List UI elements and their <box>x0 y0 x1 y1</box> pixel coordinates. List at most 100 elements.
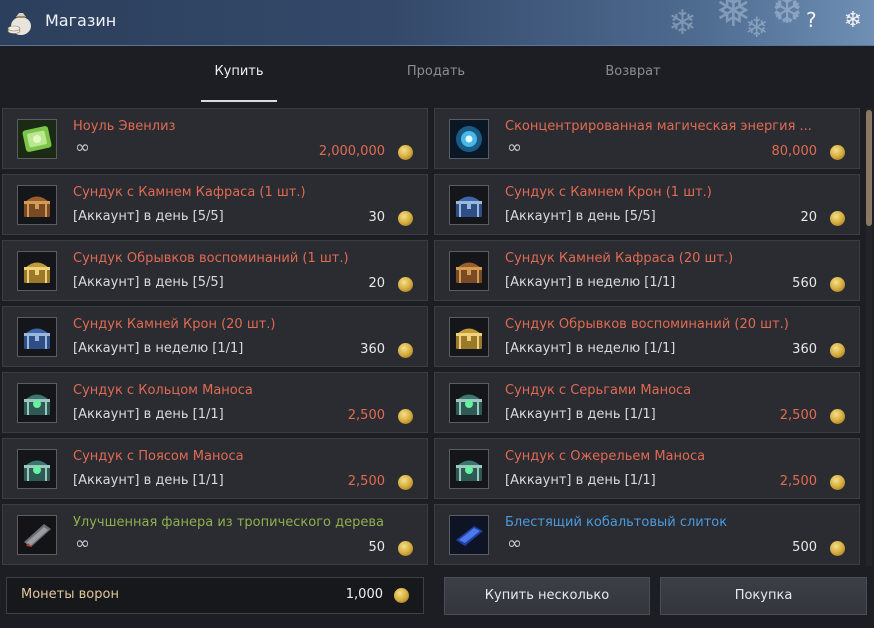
purchase-limit: [Аккаунт] в день [5/5] <box>73 275 224 290</box>
crow-coin-icon <box>398 541 413 556</box>
shop-item-card[interactable]: Сундук с Камнем Кафраса (1 шт.) [Аккаунт]… <box>2 174 428 235</box>
currency-display: Монеты ворон 1,000 <box>6 577 424 614</box>
item-name: Сундук Обрывков воспоминаний (1 шт.) <box>73 251 349 266</box>
purchase-limit: [Аккаунт] в неделю [1/1] <box>73 341 244 356</box>
active-tab-indicator <box>201 100 277 102</box>
blue-chest-icon <box>449 185 489 225</box>
item-name: Сундук с Серьгами Маноса <box>505 383 692 398</box>
shop-item-card[interactable]: Сундук Камней Кафраса (20 шт.) [Аккаунт] … <box>434 240 860 301</box>
infinite-limit: ∞ <box>75 137 90 158</box>
window-title: Магазин <box>45 11 117 30</box>
item-price: 500 <box>792 540 817 555</box>
item-price: 560 <box>792 276 817 291</box>
money-bag-icon <box>6 8 34 36</box>
purchase-limit: [Аккаунт] в день [1/1] <box>505 473 656 488</box>
item-price: 20 <box>800 210 817 225</box>
snowflake-decoration-icon: ❄ <box>668 3 697 43</box>
crow-coin-icon <box>394 588 409 603</box>
teal-chest-icon <box>449 383 489 423</box>
item-name: Сундук с Камнем Крон (1 шт.) <box>505 185 712 200</box>
snowflake-decoration-icon: ❄ <box>745 11 769 44</box>
crow-coin-icon <box>398 475 413 490</box>
tab-sell[interactable]: Продать <box>396 64 476 79</box>
scrollbar-thumb[interactable] <box>866 110 872 226</box>
purchase-limit: [Аккаунт] в день [5/5] <box>505 209 656 224</box>
crow-coin-icon <box>830 145 845 160</box>
item-name: Блестящий кобальтовый слиток <box>505 515 728 530</box>
brown-chest-icon <box>449 251 489 291</box>
infinite-limit: ∞ <box>507 533 522 554</box>
gold-chest-icon <box>449 317 489 357</box>
shop-item-card[interactable]: Сундук с Серьгами Маноса [Аккаунт] в день… <box>434 372 860 433</box>
purchase-button[interactable]: Покупка <box>660 577 867 615</box>
item-name: Сконцентрированная магическая энергия ..… <box>505 119 812 134</box>
item-price: 50 <box>368 540 385 555</box>
buy-multiple-button[interactable]: Купить несколько <box>444 577 650 615</box>
shop-item-card[interactable]: Сундук Камней Крон (20 шт.) [Аккаунт] в н… <box>2 306 428 367</box>
teal-chest-icon <box>17 383 57 423</box>
gold-chest-icon <box>17 251 57 291</box>
title-bar[interactable]: ❄ ❅ ❄ ❆ Магазин ? ❄ <box>0 0 874 46</box>
item-price: 2,500 <box>779 408 817 423</box>
crow-coin-icon <box>830 409 845 424</box>
crow-coin-icon <box>398 277 413 292</box>
item-name: Сундук Камней Кафраса (20 шт.) <box>505 251 734 266</box>
shop-item-card[interactable]: Сундук с Поясом Маноса [Аккаунт] в день [… <box>2 438 428 499</box>
item-name: Улучшенная фанера из тропического дерева <box>73 515 384 530</box>
shop-item-card[interactable]: Блестящий кобальтовый слиток ∞ 500 <box>434 504 860 565</box>
item-name: Сундук с Поясом Маноса <box>73 449 244 464</box>
blue-chest-icon <box>17 317 57 357</box>
crow-coin-icon <box>830 277 845 292</box>
teal-chest-icon <box>449 449 489 489</box>
cobalt-ingot-icon <box>449 515 489 555</box>
item-name: Сундук с Ожерельем Маноса <box>505 449 706 464</box>
item-list[interactable]: Ноуль Эвенлиз ∞ 2,000,000 Сконцентрированна… <box>2 108 864 566</box>
crow-coin-icon <box>398 343 413 358</box>
purchase-limit: [Аккаунт] в день [1/1] <box>73 473 224 488</box>
crow-coin-icon <box>830 211 845 226</box>
shop-window: ❄ ❅ ❄ ❆ Магазин ? ❄ Купить Продать Возвр… <box>0 0 874 628</box>
crow-coin-icon <box>830 541 845 556</box>
crow-coin-icon <box>398 211 413 226</box>
tab-buy[interactable]: Купить <box>201 64 277 79</box>
tab-bar: Купить Продать Возврат <box>0 46 874 106</box>
brown-chest-icon <box>17 185 57 225</box>
snowflake-close-icon[interactable]: ❄ <box>840 6 866 36</box>
item-name: Сундук с Камнем Кафраса (1 шт.) <box>73 185 306 200</box>
item-price: 2,500 <box>347 474 385 489</box>
currency-label: Монеты ворон <box>21 587 119 602</box>
shop-item-card[interactable]: Сундук Обрывков воспоминаний (1 шт.) [Акк… <box>2 240 428 301</box>
item-price: 20 <box>368 276 385 291</box>
item-name: Ноуль Эвенлиз <box>73 119 176 134</box>
shop-item-card[interactable]: Сконцентрированная магическая энергия ..… <box>434 108 860 169</box>
purchase-limit: [Аккаунт] в неделю [1/1] <box>505 275 676 290</box>
item-name: Сундук с Кольцом Маноса <box>73 383 253 398</box>
currency-value: 1,000 <box>345 587 383 602</box>
item-price: 2,500 <box>347 408 385 423</box>
shop-item-card[interactable]: Улучшенная фанера из тропического дерева… <box>2 504 428 565</box>
plywood-icon <box>17 515 57 555</box>
crow-coin-icon <box>398 409 413 424</box>
item-name: Сундук Обрывков воспоминаний (20 шт.) <box>505 317 789 332</box>
shop-item-card[interactable]: Ноуль Эвенлиз ∞ 2,000,000 <box>2 108 428 169</box>
green-scroll-icon <box>17 119 57 159</box>
purchase-limit: [Аккаунт] в день [5/5] <box>73 209 224 224</box>
tab-return[interactable]: Возврат <box>593 64 673 79</box>
item-name: Сундук Камней Крон (20 шт.) <box>73 317 276 332</box>
shop-item-card[interactable]: Сундук с Кольцом Маноса [Аккаунт] в день … <box>2 372 428 433</box>
shop-item-card[interactable]: Сундук с Ожерельем Маноса [Аккаунт] в ден… <box>434 438 860 499</box>
snowflake-decoration-icon: ❆ <box>772 0 803 32</box>
crow-coin-icon <box>830 343 845 358</box>
infinite-limit: ∞ <box>75 533 90 554</box>
shop-item-card[interactable]: Сундук с Камнем Крон (1 шт.) [Аккаунт] в … <box>434 174 860 235</box>
help-icon[interactable]: ? <box>806 8 817 32</box>
shop-item-card[interactable]: Сундук Обрывков воспоминаний (20 шт.) [Ак… <box>434 306 860 367</box>
item-price: 30 <box>368 210 385 225</box>
item-price: 360 <box>360 342 385 357</box>
item-price: 2,500 <box>779 474 817 489</box>
purchase-limit: [Аккаунт] в день [1/1] <box>73 407 224 422</box>
item-price: 2,000,000 <box>318 144 385 159</box>
purchase-limit: [Аккаунт] в неделю [1/1] <box>505 341 676 356</box>
teal-chest-icon <box>17 449 57 489</box>
crow-coin-icon <box>830 475 845 490</box>
